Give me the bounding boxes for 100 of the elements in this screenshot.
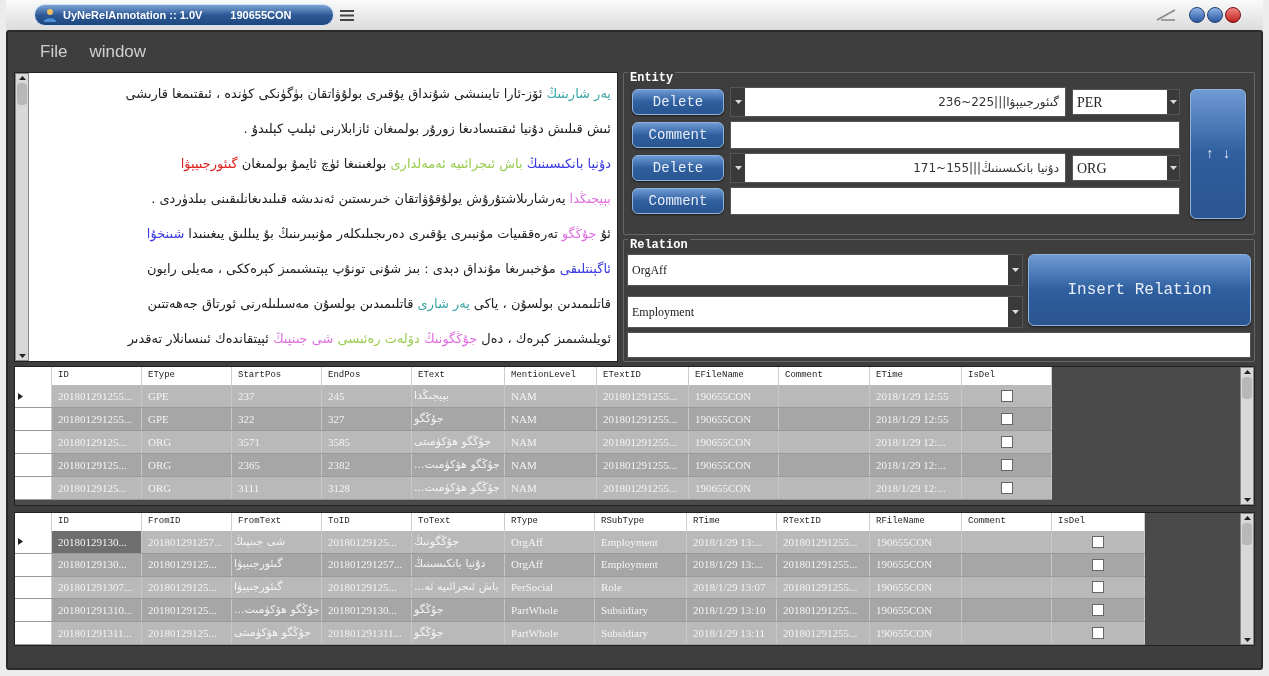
table-cell: 20180129125... (52, 454, 142, 476)
minimize-button[interactable] (1189, 7, 1205, 23)
checkbox[interactable] (1000, 413, 1013, 425)
table-cell: 3128 (322, 477, 412, 499)
table-cell: 20180129130... (322, 599, 412, 622)
entity-mention: ئاگېنتلىقى (559, 259, 611, 278)
column-header[interactable]: IsDel (1052, 513, 1145, 531)
table-cell: 201801291255... (597, 385, 689, 407)
table-cell: ...جۇڭگو ھۆكۈمىت (412, 477, 505, 499)
column-header[interactable]: RType (505, 513, 595, 531)
table-cell: GPE (142, 408, 232, 430)
caret-up-icon (1243, 516, 1251, 520)
column-header[interactable]: FromText (232, 513, 322, 531)
scroll-thumb[interactable] (17, 83, 27, 105)
text-run: يەرشارىلاشتۇرۇش يولۇقۇۋاتقان خىرىستىن ئەندىشە قىلىدىغانلىقىنى بىلدۈردى . (151, 189, 566, 209)
checkbox[interactable] (1000, 482, 1013, 494)
table-cell: 201801291255... (597, 431, 689, 453)
scrollbar[interactable] (15, 73, 29, 361)
comment-field[interactable] (730, 121, 1180, 149)
table-cell: جۇڭگونىڭ (412, 530, 505, 553)
checkbox[interactable] (1092, 604, 1104, 617)
table-cell: 190655CON (870, 622, 962, 644)
table-cell: ...جۇڭگو ھۆكۈمىت (412, 454, 505, 476)
caret-down-icon (1243, 498, 1251, 502)
delete-button[interactable]: Delete (632, 155, 724, 181)
text-run: قاتلىمىدىن بولسۇن مەسىلىلەرنى ئورتاق جەھەتتىن (147, 294, 414, 314)
table-cell: 201801291255... (777, 576, 870, 599)
table-cell: 2018/1/29 13:10 (687, 599, 777, 622)
current-row-icon (18, 538, 23, 546)
checkbox[interactable] (1092, 535, 1104, 548)
table-cell: ORG (142, 477, 232, 499)
column-header[interactable]: Comment (962, 513, 1052, 531)
row-header[interactable] (15, 385, 52, 407)
menu-icon[interactable] (340, 9, 354, 21)
insert-relation-button[interactable]: Insert Relation (1028, 254, 1251, 326)
row-header[interactable] (15, 576, 52, 599)
comment-button[interactable]: Comment (632, 188, 724, 214)
column-header[interactable]: RFileName (870, 513, 962, 531)
table-cell: ...باش ئىجرائىيە ئە (412, 576, 505, 599)
table-cell: 201801291257... (142, 530, 232, 553)
checkbox[interactable] (1092, 558, 1104, 571)
relation-type-dropdown[interactable]: OrgAff (627, 254, 1023, 286)
table-cell: 201801291255... (597, 477, 689, 499)
mention-dropdown[interactable]: دۇنيا بانكىسىنىڭ|||155~171 (730, 153, 1066, 183)
relation-subtype-dropdown[interactable]: Employment (627, 296, 1023, 328)
checkbox[interactable] (1092, 581, 1104, 594)
mention-dropdown[interactable]: گىئورجىيېۋا|||225~236 (730, 87, 1066, 117)
table-cell: 190655CON (870, 553, 962, 576)
column-header[interactable]: ToText (412, 513, 505, 531)
column-header[interactable]: RSubType (595, 513, 687, 531)
scrollbar[interactable] (1240, 367, 1254, 505)
row-header[interactable] (15, 530, 52, 553)
table-cell: 201801291257... (322, 553, 412, 576)
text-run: مۇخبىرىغا مۇنداق دېدى : بىز شۇنى تونۇپ يېتىشىمىز كېرەككى ، مەيلى رايون (147, 259, 556, 279)
current-row-icon (18, 392, 23, 400)
scroll-thumb[interactable] (1242, 377, 1252, 399)
column-header[interactable]: FromID (142, 513, 232, 531)
comment-button[interactable]: Comment (632, 122, 724, 148)
caret-up-icon (1243, 370, 1251, 374)
column-header[interactable]: ID (52, 513, 142, 531)
column-header[interactable]: RTextID (777, 513, 870, 531)
text-run: ئۆز-ئارا تايىنىشى شۇنداق يۇقىرى بولۇۋاتقان بۈگۈنكى كۈندە ، ئىقتىمغا قارىشى (125, 84, 543, 104)
maximize-button[interactable] (1207, 7, 1223, 23)
checkbox[interactable] (1000, 459, 1013, 471)
table-cell: دۇنيا بانكىسىنىڭ (412, 553, 505, 576)
swap-button[interactable]: ↑ ↓ (1190, 89, 1246, 219)
caret-down-icon (734, 166, 742, 170)
table-cell: 190655CON (689, 385, 779, 407)
table-cell: Subsidiary (595, 599, 687, 622)
entity-mention: باش ئىجرائىيە ئەمەلدارى (390, 154, 523, 174)
entity-mention: جۇڭگو (561, 224, 597, 244)
row-header[interactable] (15, 553, 52, 576)
comment-field[interactable] (730, 187, 1180, 215)
checkbox[interactable] (1092, 627, 1104, 640)
row-header[interactable] (15, 599, 52, 622)
table-cell: گىئورجىيېۋا (232, 553, 322, 576)
table-cell: ...جۇڭگو ھۆكۈمىت (232, 599, 322, 622)
delete-button[interactable]: Delete (632, 89, 724, 115)
table-cell: 190655CON (870, 530, 962, 553)
scroll-thumb[interactable] (1242, 523, 1252, 545)
caret-down-icon (1243, 638, 1251, 642)
scrollbar[interactable] (1240, 513, 1254, 645)
checkbox[interactable] (1000, 436, 1013, 448)
caret-down-icon (1169, 166, 1177, 170)
window-title: UyNeRelAnnotation :: 1.0V (63, 7, 203, 23)
table-cell: بېيجىڭدا (412, 385, 505, 407)
pen-icon[interactable] (1155, 8, 1177, 22)
checkbox[interactable] (1000, 390, 1013, 402)
column-header[interactable]: ToID (322, 513, 412, 531)
type-dropdown[interactable]: PER (1072, 89, 1180, 115)
entity-mention: يەر شارى (417, 294, 470, 314)
type-dropdown[interactable]: ORG (1072, 155, 1180, 181)
column-header[interactable]: RTime (687, 513, 777, 531)
close-button[interactable] (1225, 7, 1241, 23)
table-cell: NAM (505, 431, 597, 453)
menu-item[interactable]: window (89, 39, 147, 65)
relation-comment-field[interactable] (627, 332, 1251, 358)
table-cell: 3111 (232, 477, 322, 499)
table-cell: 201801291255... (777, 530, 870, 553)
menu-item[interactable]: File (40, 39, 68, 65)
